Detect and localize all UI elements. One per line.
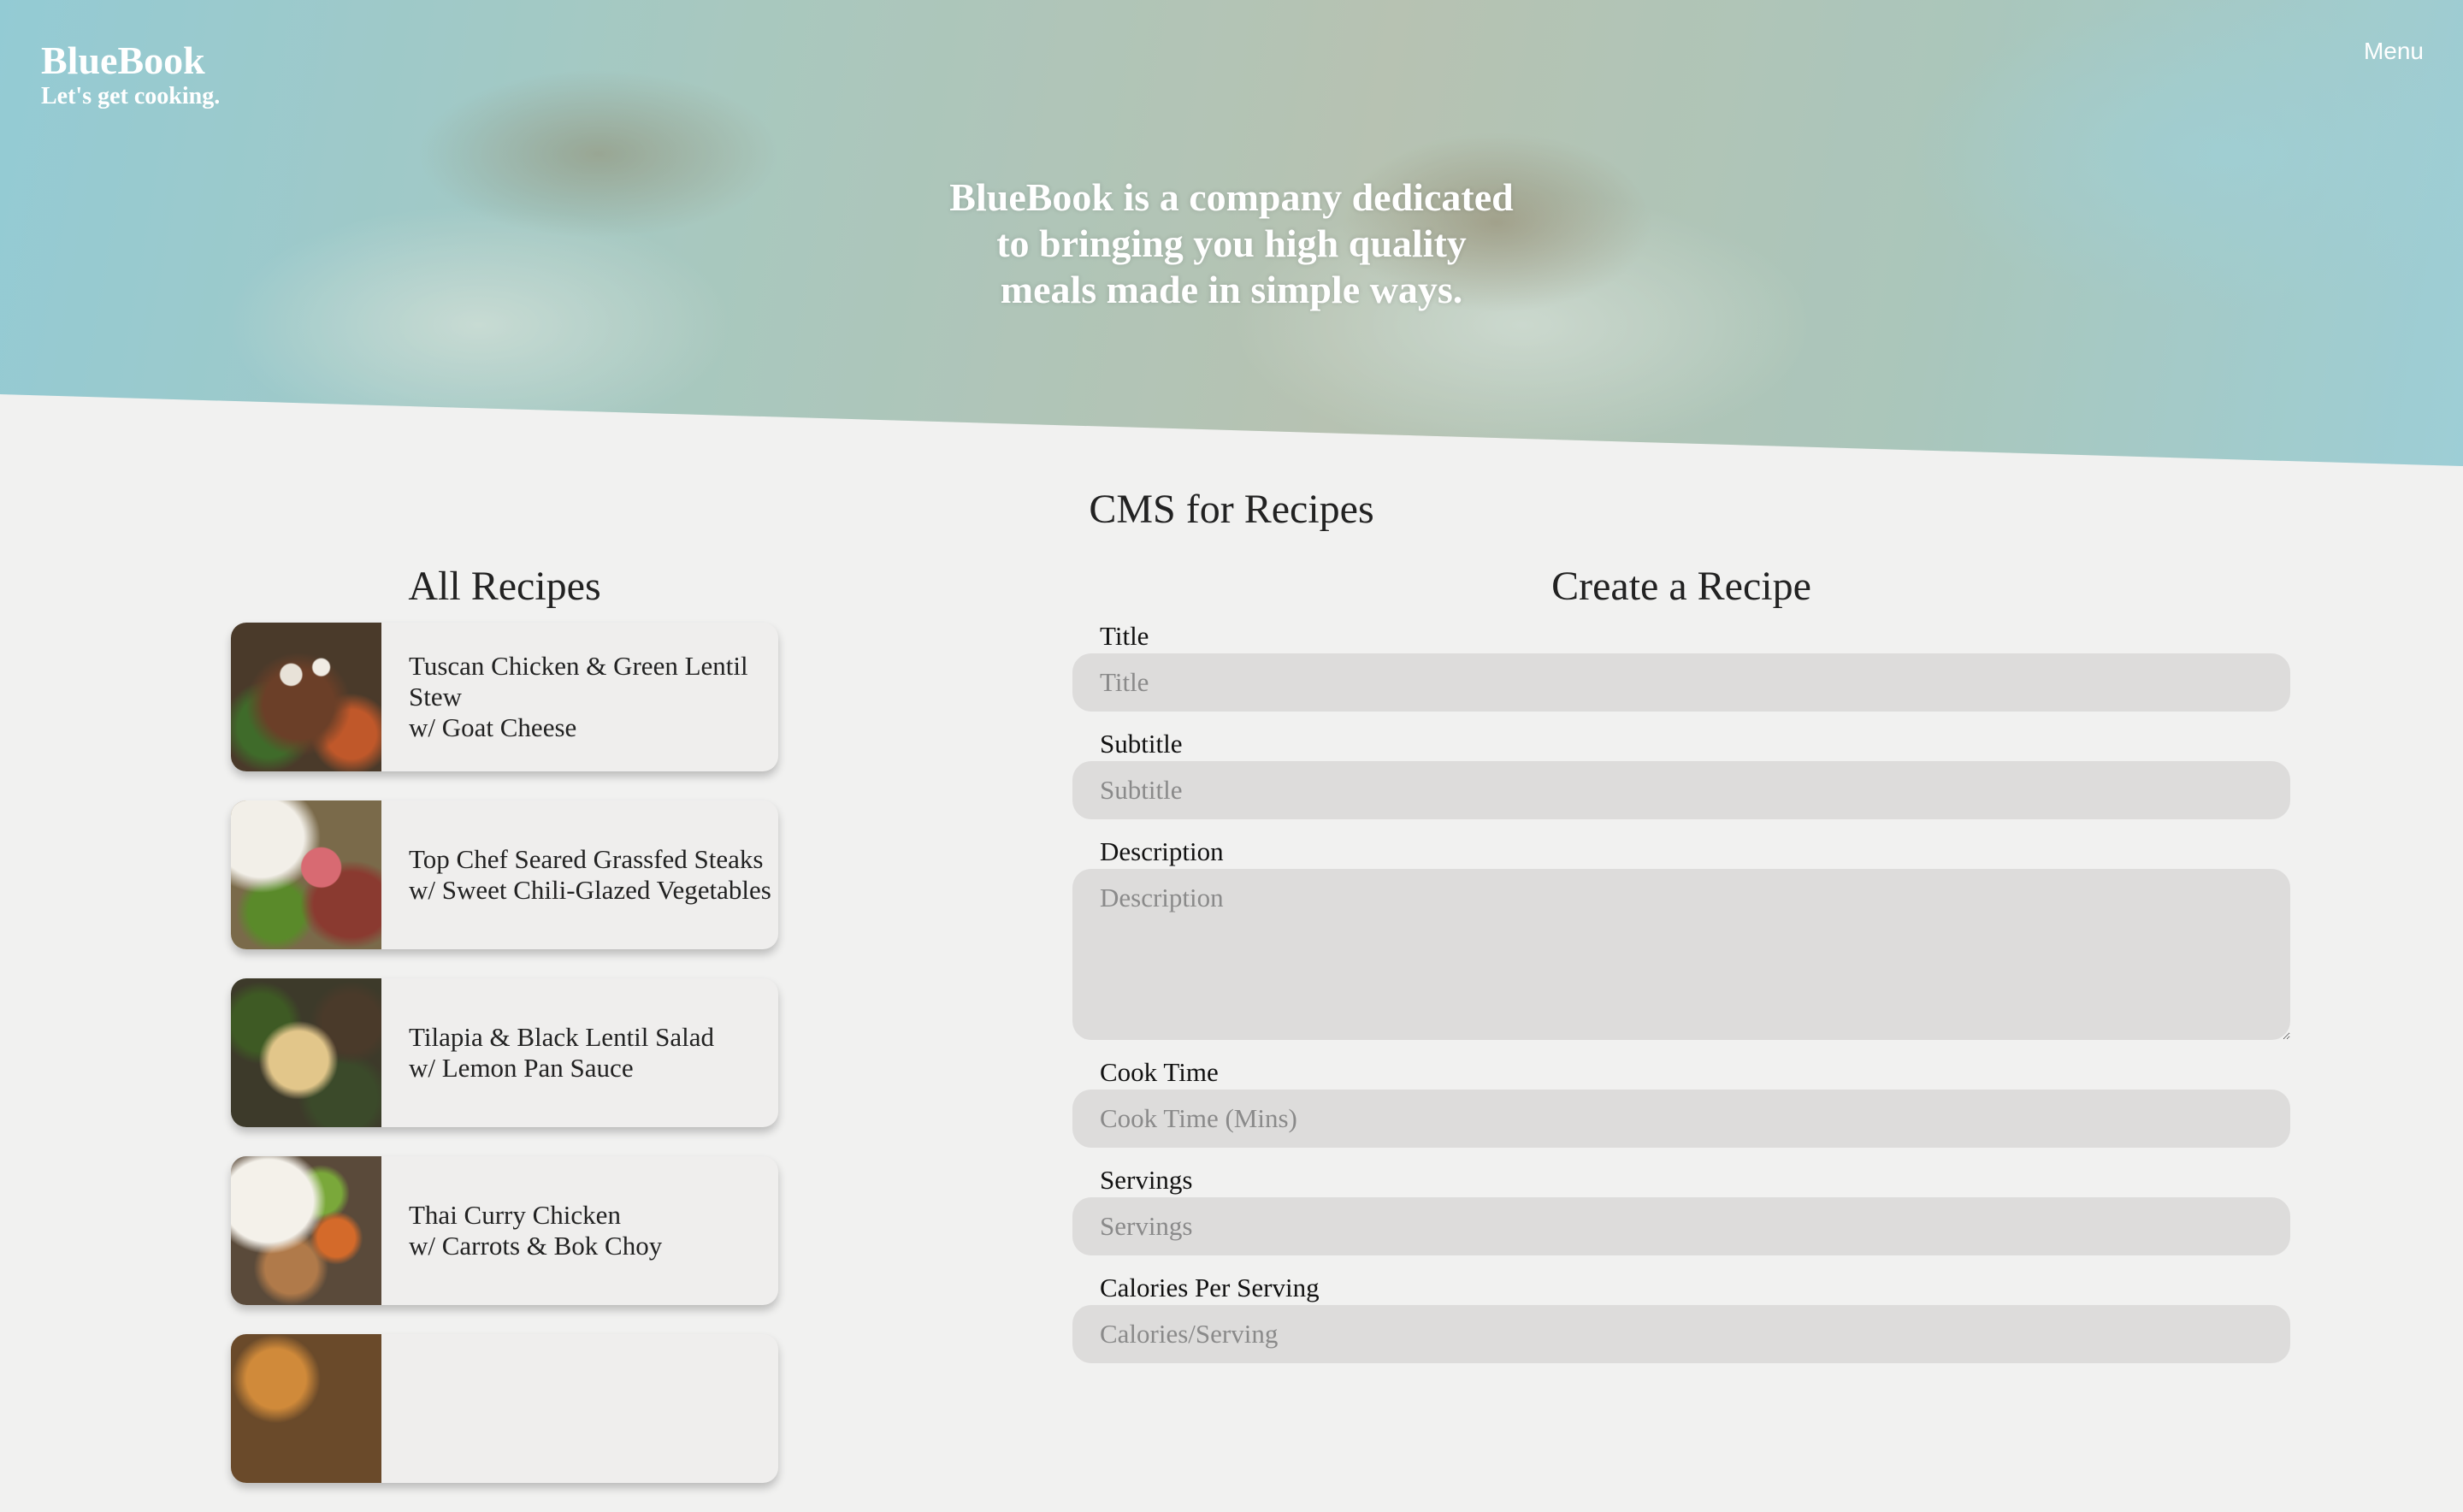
- hero-text: BlueBook is a company dedicated to bring…: [949, 175, 1514, 311]
- cook-time-label: Cook Time: [1100, 1057, 1219, 1087]
- recipe-title: Tuscan Chicken & Green Lentil Stew: [409, 651, 748, 712]
- brand[interactable]: BlueBook Let's get cooking.: [41, 38, 220, 109]
- brand-name[interactable]: BlueBook: [41, 38, 220, 84]
- servings-input[interactable]: [1072, 1197, 2290, 1255]
- recipe-title: Top Chef Seared Grassfed Steaks: [409, 844, 764, 874]
- recipe-card[interactable]: Thai Curry Chicken w/ Carrots & Bok Choy: [231, 1156, 778, 1305]
- subtitle-input[interactable]: [1072, 761, 2290, 819]
- recipe-card-text: Tuscan Chicken & Green Lentil Stew w/ Go…: [381, 651, 778, 743]
- recipe-thumbnail: [231, 623, 381, 771]
- recipe-thumbnail: [231, 1334, 381, 1483]
- title-label: Title: [1100, 621, 1149, 651]
- page-title: CMS for Recipes: [1089, 487, 1374, 532]
- recipe-subtitle: w/ Goat Cheese: [409, 712, 577, 742]
- recipe-card-text: Top Chef Seared Grassfed Steaks w/ Sweet…: [381, 844, 771, 906]
- recipe-thumbnail: [231, 800, 381, 949]
- recipe-card-text: Tilapia & Black Lentil Salad w/ Lemon Pa…: [381, 1022, 714, 1084]
- recipe-title: Thai Curry Chicken: [409, 1200, 621, 1230]
- calories-label: Calories Per Serving: [1100, 1273, 1320, 1302]
- calories-input[interactable]: [1072, 1305, 2290, 1363]
- recipe-card[interactable]: [231, 1334, 778, 1483]
- recipe-card[interactable]: Top Chef Seared Grassfed Steaks w/ Sweet…: [231, 800, 778, 949]
- description-textarea[interactable]: [1072, 869, 2290, 1040]
- form-title: Create a Recipe: [1551, 564, 1811, 609]
- recipe-thumbnail: [231, 978, 381, 1127]
- recipe-thumbnail: [231, 1156, 381, 1305]
- recipe-title: Tilapia & Black Lentil Salad: [409, 1022, 715, 1052]
- menu-button[interactable]: Menu: [2364, 38, 2424, 65]
- brand-tagline: Let's get cooking.: [41, 83, 221, 109]
- recipe-subtitle: w/ Carrots & Bok Choy: [409, 1231, 663, 1261]
- recipe-card-text: Thai Curry Chicken w/ Carrots & Bok Choy: [381, 1200, 662, 1261]
- recipe-card[interactable]: Tuscan Chicken & Green Lentil Stew w/ Go…: [231, 623, 778, 771]
- servings-label: Servings: [1100, 1165, 1193, 1195]
- subtitle-label: Subtitle: [1100, 729, 1183, 759]
- create-recipe-form: Create a Recipe Title Subtitle Descripti…: [1072, 561, 2290, 1379]
- description-label: Description: [1100, 836, 1224, 866]
- recipe-list: All Recipes Tuscan Chicken & Green Lenti…: [231, 561, 778, 1512]
- title-input[interactable]: [1072, 653, 2290, 712]
- recipe-list-title: All Recipes: [408, 564, 601, 609]
- recipe-card[interactable]: Tilapia & Black Lentil Salad w/ Lemon Pa…: [231, 978, 778, 1127]
- recipe-subtitle: w/ Lemon Pan Sauce: [409, 1053, 634, 1083]
- recipe-subtitle: w/ Sweet Chili-Glazed Vegetables: [409, 875, 771, 905]
- cook-time-input[interactable]: [1072, 1090, 2290, 1148]
- hero-banner: BlueBook Let's get cooking. Menu BlueBoo…: [0, 0, 2463, 466]
